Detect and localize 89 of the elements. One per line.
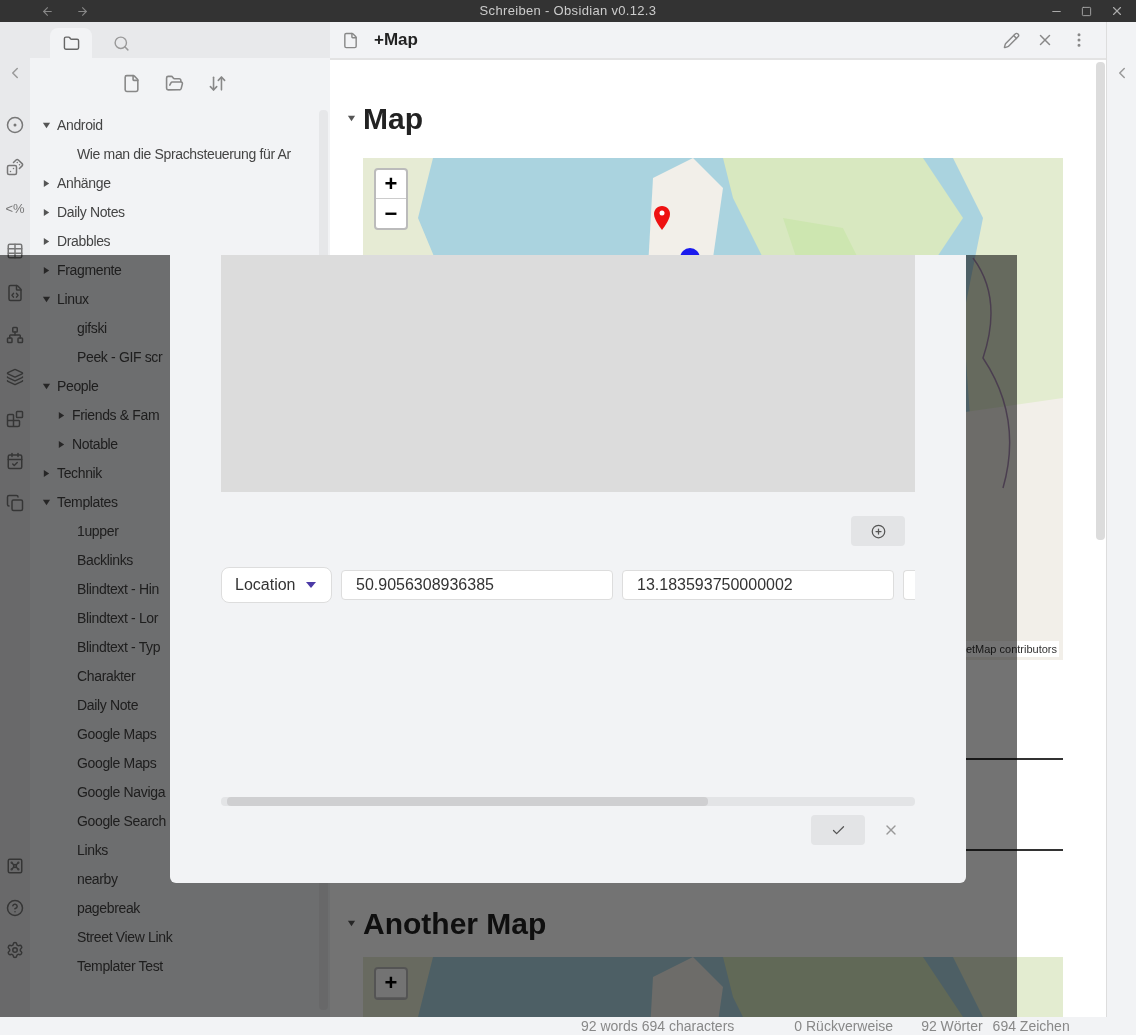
target-icon[interactable] xyxy=(6,116,24,134)
document-icon[interactable] xyxy=(6,284,24,302)
caret-icon[interactable] xyxy=(42,469,51,478)
latitude-field[interactable]: 50.9056308936385 xyxy=(341,570,613,600)
folder-item[interactable]: Fragmente xyxy=(57,260,122,281)
scrollbar[interactable] xyxy=(1096,62,1105,540)
add-button[interactable] xyxy=(851,516,905,546)
caret-icon[interactable] xyxy=(57,440,66,449)
scrollbar[interactable] xyxy=(221,797,915,806)
collapse-icon[interactable] xyxy=(347,113,356,123)
input-field[interactable] xyxy=(903,570,915,600)
caret-icon[interactable] xyxy=(42,382,51,391)
sort-icon[interactable] xyxy=(207,74,227,93)
file-item[interactable]: Templater Test xyxy=(77,956,163,977)
caret-icon[interactable] xyxy=(42,179,51,188)
sidebar-tab[interactable] xyxy=(50,28,92,58)
file-item[interactable]: 1upper xyxy=(77,521,119,542)
file-item[interactable]: Google Maps xyxy=(77,724,157,745)
file-item[interactable]: Blindtext - Typ xyxy=(77,637,161,658)
file-item[interactable]: nearby xyxy=(77,869,118,890)
folder-item[interactable]: Technik xyxy=(57,463,103,484)
heading: Map xyxy=(363,100,423,137)
folder-item[interactable]: Linux xyxy=(57,289,89,310)
layers-icon[interactable] xyxy=(6,368,24,386)
file-item[interactable]: Google Maps xyxy=(77,753,157,774)
add-icon xyxy=(870,523,886,539)
caret-icon xyxy=(305,582,316,588)
folder-icon xyxy=(62,34,80,52)
file-item[interactable]: Blindtext - Lor xyxy=(77,608,159,629)
file-item[interactable]: Peek - GIF scr xyxy=(77,347,163,368)
heading: Another Map xyxy=(363,905,547,942)
back-icon[interactable] xyxy=(41,4,54,18)
caret-icon[interactable] xyxy=(42,295,51,304)
file-item[interactable]: pagebreak xyxy=(77,898,140,919)
type-dropdown[interactable]: Location xyxy=(221,567,332,603)
file-item[interactable]: Backlinks xyxy=(77,550,133,571)
file-item[interactable]: gifski xyxy=(77,318,107,339)
status-text: 92 Wörter xyxy=(921,1016,983,1035)
file-item[interactable]: Blindtext - Hin xyxy=(77,579,159,600)
file-item[interactable]: Street View Link xyxy=(77,927,173,948)
folder-item[interactable]: Daily Notes xyxy=(57,202,125,223)
close-icon[interactable] xyxy=(1110,4,1124,18)
forward-icon[interactable] xyxy=(76,4,89,18)
new-note-icon[interactable] xyxy=(121,74,141,93)
table-icon[interactable] xyxy=(6,242,24,260)
zoom-out-button[interactable]: − xyxy=(376,199,406,228)
folder-item[interactable]: Android xyxy=(57,115,103,136)
folder-item[interactable]: People xyxy=(57,376,99,397)
calendar-icon[interactable] xyxy=(6,452,24,470)
caret-icon[interactable] xyxy=(42,121,51,130)
settings-icon[interactable] xyxy=(6,941,24,959)
vault-icon[interactable] xyxy=(6,857,24,875)
note-title: +Map xyxy=(374,29,418,52)
templater-label[interactable]: <% xyxy=(5,200,25,218)
search-icon xyxy=(112,34,130,52)
help-icon[interactable] xyxy=(6,899,24,917)
folder-item[interactable]: Drabbles xyxy=(57,231,111,252)
copy-icon[interactable] xyxy=(6,494,24,512)
caret-icon[interactable] xyxy=(42,498,51,507)
graph-icon[interactable] xyxy=(6,326,24,344)
file-item[interactable]: Daily Note xyxy=(77,695,139,716)
folder-item[interactable]: Templates xyxy=(57,492,118,513)
file-icon xyxy=(342,31,359,49)
collapse-icon[interactable] xyxy=(347,918,356,928)
folder-item[interactable]: Friends & Fam xyxy=(72,405,160,426)
caret-icon[interactable] xyxy=(42,237,51,246)
blocks-icon[interactable] xyxy=(6,410,24,428)
file-item[interactable]: Wie man die Sprachsteuerung für Ar xyxy=(77,144,291,165)
maximize-icon[interactable] xyxy=(1081,5,1092,17)
status-text: 92 words 694 characters xyxy=(581,1016,735,1035)
dice-icon[interactable] xyxy=(6,158,24,176)
map-pin-icon[interactable] xyxy=(653,205,671,231)
file-item[interactable]: Google Search xyxy=(77,811,166,832)
status-text: 0 Rückverweise xyxy=(794,1016,894,1035)
folder-item[interactable]: Anhänge xyxy=(57,173,111,194)
file-item[interactable]: Links xyxy=(77,840,108,861)
caret-icon[interactable] xyxy=(42,266,51,275)
longitude-field[interactable]: 13.183593750000002 xyxy=(622,570,894,600)
file-item[interactable]: Charakter xyxy=(77,666,136,687)
edit-icon[interactable] xyxy=(1003,31,1020,49)
caret-icon[interactable] xyxy=(42,208,51,217)
file-item[interactable]: Google Naviga xyxy=(77,782,166,803)
zoom-in-button[interactable]: + xyxy=(376,170,406,199)
new-folder-icon[interactable] xyxy=(164,74,184,93)
zoom-in-button[interactable]: + xyxy=(376,969,406,998)
folder-item[interactable]: Notable xyxy=(72,434,118,455)
window-title: Schreiben - Obsidian v0.12.3 xyxy=(478,2,658,21)
status-text: 694 Zeichen xyxy=(992,1016,1070,1035)
caret-icon[interactable] xyxy=(57,411,66,420)
